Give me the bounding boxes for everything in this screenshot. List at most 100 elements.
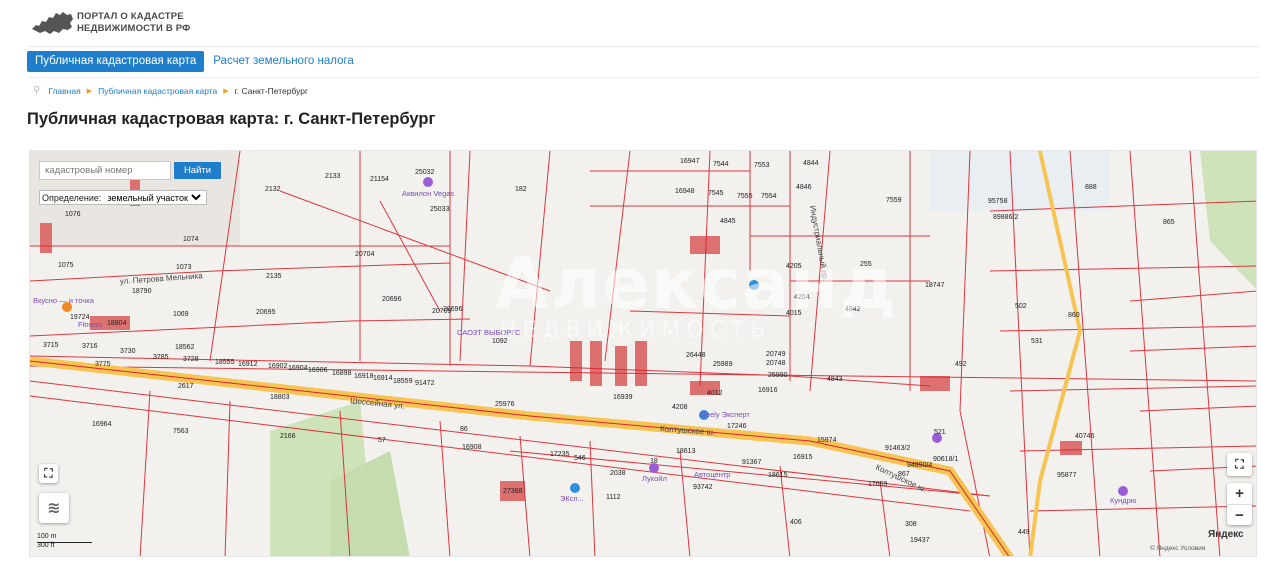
parcel-number[interactable]: 16904 bbox=[288, 365, 308, 372]
parcel-number[interactable]: 91367 bbox=[742, 459, 762, 466]
parcel-number[interactable]: 18555 bbox=[215, 359, 235, 366]
fullscreen-button[interactable]: ⛶ bbox=[1227, 453, 1252, 476]
parcel-number[interactable]: 1112 bbox=[606, 494, 621, 501]
parcel-number[interactable]: 40746 bbox=[1075, 433, 1095, 440]
parcel-number[interactable]: 521 bbox=[934, 429, 946, 436]
parcel-number[interactable]: 20748 bbox=[766, 360, 786, 367]
parcel-number[interactable]: 546 bbox=[574, 455, 586, 462]
map-canvas[interactable]: 182 2132 2133 21154 25032 25033 1076 1074 1073 10… bbox=[30, 151, 1257, 557]
parcel-number[interactable]: 3730 bbox=[120, 348, 136, 355]
parcel-number[interactable]: 406 bbox=[790, 519, 802, 526]
parcel-number[interactable]: 3785 bbox=[153, 354, 169, 361]
parcel-number[interactable]: 7555 bbox=[737, 193, 753, 200]
parcel-number[interactable]: 16898 bbox=[332, 370, 352, 377]
parcel-number[interactable]: 16918 bbox=[354, 373, 374, 380]
parcel-number[interactable]: 7545 bbox=[708, 190, 724, 197]
poi-label[interactable]: Лукойл bbox=[642, 474, 667, 483]
poi-label[interactable]: Fitness bbox=[78, 320, 102, 329]
parcel-number[interactable]: 4208 bbox=[672, 404, 688, 411]
parcel-number[interactable]: 91463/2 bbox=[885, 445, 910, 452]
parcel-number[interactable]: 7544 bbox=[713, 161, 729, 168]
poi-label[interactable]: Автоцентр bbox=[694, 470, 730, 479]
parcel-number[interactable]: 7554 bbox=[761, 193, 777, 200]
parcel-number[interactable]: 1069 bbox=[173, 311, 189, 318]
parcel-number[interactable]: 18747 bbox=[925, 282, 945, 289]
search-button[interactable]: Найти bbox=[174, 162, 221, 179]
parcel-number[interactable]: 531 bbox=[1031, 338, 1043, 345]
zoom-in-button[interactable]: + bbox=[1227, 483, 1252, 504]
parcel-number[interactable]: 7563 bbox=[173, 428, 189, 435]
parcel-number[interactable]: 25990 bbox=[768, 372, 788, 379]
map-copyright[interactable]: © Яндекс Условия bbox=[1150, 545, 1205, 552]
parcel-number[interactable]: 19437 bbox=[910, 537, 930, 544]
parcel-number[interactable]: 94890/4 bbox=[907, 462, 932, 469]
parcel-number[interactable]: 18559 bbox=[393, 378, 413, 385]
poi-label[interactable]: Geely Эксперт bbox=[700, 410, 750, 419]
zoom-out-button[interactable]: − bbox=[1227, 505, 1252, 526]
parcel-number[interactable]: 4846 bbox=[796, 184, 812, 191]
parcel-number[interactable]: 4845 bbox=[720, 218, 736, 225]
parcel-number[interactable]: 1075 bbox=[58, 262, 74, 269]
parcel-number[interactable]: 888 bbox=[1085, 184, 1097, 191]
parcel-number[interactable]: 4012 bbox=[707, 390, 723, 397]
parcel-number[interactable]: 21154 bbox=[370, 176, 389, 183]
parcel-number[interactable]: 17669 bbox=[868, 481, 888, 488]
parcel-number[interactable]: 90618/1 bbox=[933, 456, 958, 463]
parcel-number[interactable]: 18615 bbox=[768, 472, 788, 479]
parcel-number[interactable]: 2617 bbox=[178, 383, 194, 390]
parcel-number[interactable]: 1074 bbox=[183, 236, 199, 243]
parcel-number[interactable]: 492 bbox=[955, 361, 967, 368]
parcel-number[interactable]: 2135 bbox=[266, 273, 282, 280]
parcel-number[interactable]: 20704 bbox=[355, 251, 375, 258]
poi-label[interactable]: Аквилон Vegas bbox=[402, 189, 454, 198]
parcel-number[interactable]: 16915 bbox=[793, 454, 813, 461]
parcel-number[interactable]: 18804 bbox=[107, 320, 127, 327]
parcel-number[interactable]: 4843 bbox=[827, 376, 843, 383]
parcel-number[interactable]: 20696 bbox=[443, 306, 463, 313]
parcel-number[interactable]: 16964 bbox=[92, 421, 112, 428]
site-logo[interactable]: ПОРТАЛ О КАДАСТРЕ НЕДВИЖИМОСТИ В РФ bbox=[30, 9, 197, 37]
ruler-tool-button[interactable]: ⛶ bbox=[39, 464, 58, 483]
parcel-number[interactable]: 1073 bbox=[176, 264, 192, 271]
parcel-number[interactable]: 308 bbox=[905, 521, 917, 528]
parcel-number[interactable]: 16902 bbox=[268, 363, 288, 370]
parcel-number[interactable]: 7553 bbox=[754, 162, 770, 169]
parcel-number[interactable]: 18613 bbox=[676, 448, 696, 455]
parcel-number[interactable]: 17246 bbox=[727, 423, 747, 430]
parcel-number[interactable]: 2166 bbox=[280, 433, 296, 440]
parcel-number[interactable]: 7559 bbox=[886, 197, 902, 204]
parcel-number[interactable]: 27368 bbox=[503, 488, 523, 495]
parcel-number[interactable]: 95877 bbox=[1057, 472, 1077, 479]
breadcrumb-home[interactable]: Главная bbox=[48, 86, 80, 96]
parcel-number[interactable]: 3715 bbox=[43, 342, 59, 349]
parcel-number[interactable]: 17235 bbox=[550, 451, 570, 458]
parcel-number[interactable]: 18790 bbox=[132, 288, 152, 295]
parcel-number[interactable]: 25033 bbox=[430, 206, 450, 213]
cadastral-map[interactable]: 182 2132 2133 21154 25032 25033 1076 1074 1073 10… bbox=[29, 150, 1257, 557]
parcel-number[interactable]: 25989 bbox=[713, 361, 733, 368]
parcel-number[interactable]: 2038 bbox=[610, 470, 626, 477]
parcel-number[interactable]: 502 bbox=[1015, 303, 1027, 310]
parcel-number[interactable]: 89886/2 bbox=[993, 214, 1018, 221]
parcel-number[interactable]: 4844 bbox=[803, 160, 819, 167]
parcel-number[interactable]: 16948 bbox=[675, 188, 695, 195]
parcel-number[interactable]: 16947 bbox=[680, 158, 700, 165]
parcel-number[interactable]: 20749 bbox=[766, 351, 786, 358]
parcel-number[interactable]: 2132 bbox=[265, 186, 281, 193]
parcel-number[interactable]: 3775 bbox=[95, 361, 111, 368]
cadastral-number-input[interactable] bbox=[39, 161, 171, 180]
poi-label[interactable]: Вкусно — и точка bbox=[33, 296, 95, 305]
parcel-number[interactable]: 18803 bbox=[270, 394, 290, 401]
parcel-number[interactable]: 16912 bbox=[238, 361, 258, 368]
parcel-number[interactable]: 15974 bbox=[817, 437, 837, 444]
parcel-number[interactable]: 860 bbox=[1068, 312, 1080, 319]
parcel-number[interactable]: 3716 bbox=[82, 343, 98, 350]
tab-land-tax[interactable]: Расчет земельного налога bbox=[204, 51, 363, 72]
parcel-number[interactable]: 16906 bbox=[308, 367, 328, 374]
breadcrumb-cadastral-map[interactable]: Публичная кадастровая карта bbox=[98, 86, 217, 96]
parcel-number[interactable]: 16916 bbox=[758, 387, 778, 394]
parcel-number[interactable]: 86 bbox=[460, 426, 468, 433]
parcel-number[interactable]: 95758 bbox=[988, 198, 1008, 205]
parcel-number[interactable]: 3728 bbox=[183, 356, 199, 363]
parcel-number[interactable]: 16914 bbox=[373, 375, 393, 382]
